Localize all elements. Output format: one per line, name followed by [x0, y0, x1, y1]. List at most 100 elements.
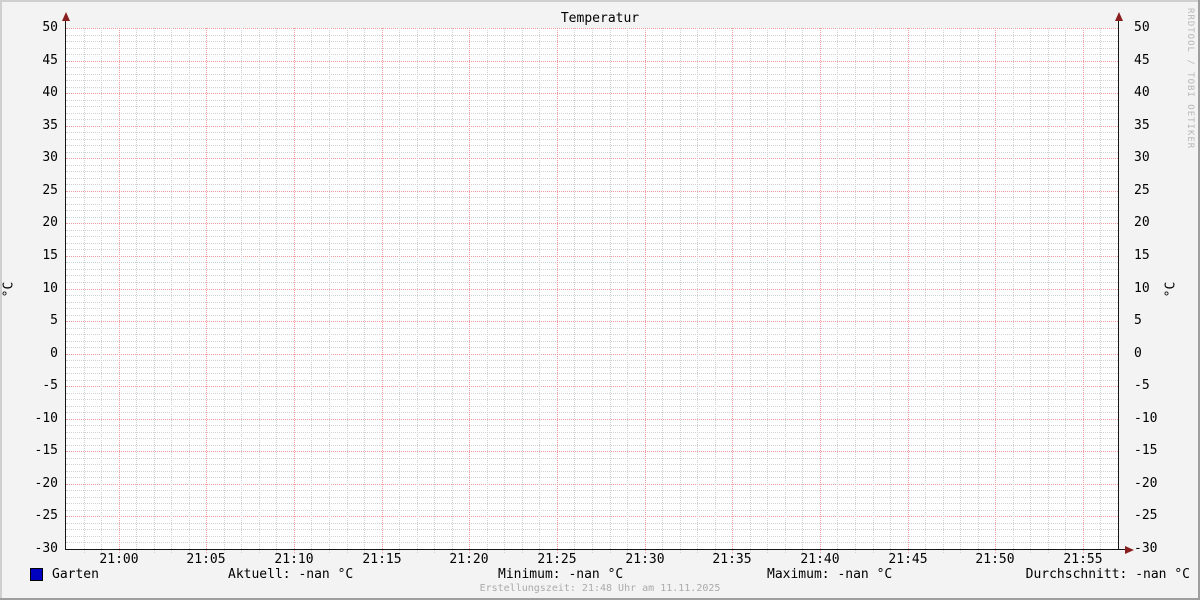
- major-gridline: [995, 28, 996, 553]
- minor-gridline: [610, 28, 611, 553]
- x-axis-tick-label: 21:25: [537, 552, 577, 567]
- major-gridline: [382, 28, 383, 553]
- y-axis-left-tick-label: 40: [42, 85, 58, 100]
- y-axis-left-tick-label: 0: [50, 346, 58, 361]
- minor-gridline: [276, 28, 277, 553]
- x-axis-tick-label: 21:30: [625, 552, 665, 567]
- x-axis-tick-label: 21:55: [1063, 552, 1103, 567]
- minor-gridline: [697, 28, 698, 553]
- minor-gridline: [241, 28, 242, 553]
- y-axis-left-tick-label: 5: [50, 313, 58, 328]
- stat-minimum: Minimum: -nan °C: [498, 567, 623, 582]
- legend: Garten Aktuell: -nan °C Minimum: -nan °C…: [0, 567, 1200, 582]
- minor-gridline: [837, 28, 838, 553]
- minor-gridline: [1048, 28, 1049, 553]
- y-axis-left-tick-label: 15: [42, 248, 58, 263]
- y-axis-left-tick-label: 35: [42, 118, 58, 133]
- y-axis-right-unit-label: °C: [1163, 281, 1179, 298]
- y-axis-left-tick-label: 25: [42, 183, 58, 198]
- minor-gridline: [522, 28, 523, 553]
- y-axis-left-tick-label: -25: [34, 508, 58, 523]
- major-gridline: [206, 28, 207, 553]
- minor-gridline: [943, 28, 944, 553]
- x-axis-tick-label: 21:20: [449, 552, 489, 567]
- minor-gridline: [925, 28, 926, 553]
- y-axis-left-tick-label: 45: [42, 53, 58, 68]
- minor-gridline: [224, 28, 225, 553]
- stat-durchschnitt-label: Durchschnitt:: [1025, 567, 1128, 582]
- y-axis-right-tick-label: -5: [1134, 378, 1150, 393]
- stat-minimum-value: -nan °C: [568, 567, 624, 582]
- x-axis-arrow-icon: [1125, 546, 1134, 554]
- y-axis-left-tick-label: -10: [34, 411, 58, 426]
- y-axis-right-tick-label: 15: [1134, 248, 1150, 263]
- y-axis-left-tick-label: -5: [42, 378, 58, 393]
- x-axis-tick-label: 21:05: [186, 552, 226, 567]
- major-gridline: [645, 28, 646, 553]
- y-axis-right-tick-label: -25: [1134, 508, 1158, 523]
- minor-gridline: [259, 28, 260, 553]
- y-axis-right-tick-label: -10: [1134, 411, 1158, 426]
- y-axis-right-tick-label: -15: [1134, 443, 1158, 458]
- minor-gridline: [101, 28, 102, 553]
- stat-aktuell-label: Aktuell:: [228, 567, 291, 582]
- y-axis-left-tick-label: 30: [42, 150, 58, 165]
- minor-gridline: [960, 28, 961, 553]
- minor-gridline: [84, 28, 85, 553]
- minor-gridline: [767, 28, 768, 553]
- minor-gridline: [978, 28, 979, 553]
- x-axis-tick-label: 21:40: [800, 552, 840, 567]
- y-axis-left-tick-label: -20: [34, 476, 58, 491]
- minor-gridline: [1100, 28, 1101, 553]
- y-axis-right-tick-label: -30: [1134, 541, 1158, 556]
- stat-maximum-value: -nan °C: [837, 567, 893, 582]
- minor-gridline: [592, 28, 593, 553]
- x-axis-tick-label: 21:00: [99, 552, 139, 567]
- stat-maximum: Maximum: -nan °C: [767, 567, 892, 582]
- minor-gridline: [785, 28, 786, 553]
- x-axis-tick-label: 21:50: [975, 552, 1015, 567]
- minor-gridline: [627, 28, 628, 553]
- minor-gridline: [574, 28, 575, 553]
- stat-maximum-label: Maximum:: [767, 567, 830, 582]
- minor-gridline: [715, 28, 716, 553]
- y-axis-right-line: [1118, 20, 1119, 550]
- x-axis-tick-label: 21:15: [362, 552, 402, 567]
- stat-durchschnitt: Durchschnitt: -nan °C: [1026, 567, 1190, 582]
- major-gridline: [294, 28, 295, 553]
- major-gridline: [119, 28, 120, 553]
- minor-gridline: [329, 28, 330, 553]
- y-axis-right-tick-label: 30: [1134, 150, 1150, 165]
- stat-durchschnitt-value: -nan °C: [1135, 567, 1190, 582]
- minor-gridline: [347, 28, 348, 553]
- rrdtool-watermark: RRDTOOL / TOBI OETIKER: [1185, 8, 1195, 150]
- minor-gridline: [154, 28, 155, 553]
- major-gridline: [557, 28, 558, 553]
- y-axis-left-tick-label: 50: [42, 20, 58, 35]
- minor-gridline: [399, 28, 400, 553]
- series-color-swatch: [30, 568, 43, 581]
- major-gridline: [469, 28, 470, 553]
- x-axis-line: [65, 549, 1125, 550]
- minor-gridline: [1065, 28, 1066, 553]
- stat-aktuell: Aktuell: -nan °C: [228, 567, 353, 582]
- minor-gridline: [539, 28, 540, 553]
- minor-gridline: [1013, 28, 1014, 553]
- minor-gridline: [189, 28, 190, 553]
- minor-gridline: [890, 28, 891, 553]
- minor-gridline: [1030, 28, 1031, 553]
- series-label: Garten: [52, 567, 99, 582]
- minor-gridline: [171, 28, 172, 553]
- major-gridline: [1083, 28, 1084, 553]
- major-gridline: [820, 28, 821, 553]
- y-axis-left-tick-label: 20: [42, 215, 58, 230]
- y-axis-right-tick-label: 0: [1134, 346, 1142, 361]
- minor-gridline: [136, 28, 137, 553]
- minor-gridline: [487, 28, 488, 553]
- minor-gridline: [680, 28, 681, 553]
- minor-gridline: [873, 28, 874, 553]
- y-axis-right-tick-label: 20: [1134, 215, 1150, 230]
- major-gridline: [908, 28, 909, 553]
- major-gridline: [732, 28, 733, 553]
- rrdtool-graph: Temperatur 50 50 45 45 40 40 35 35 30 30 25 25 20 20 1…: [0, 0, 1200, 600]
